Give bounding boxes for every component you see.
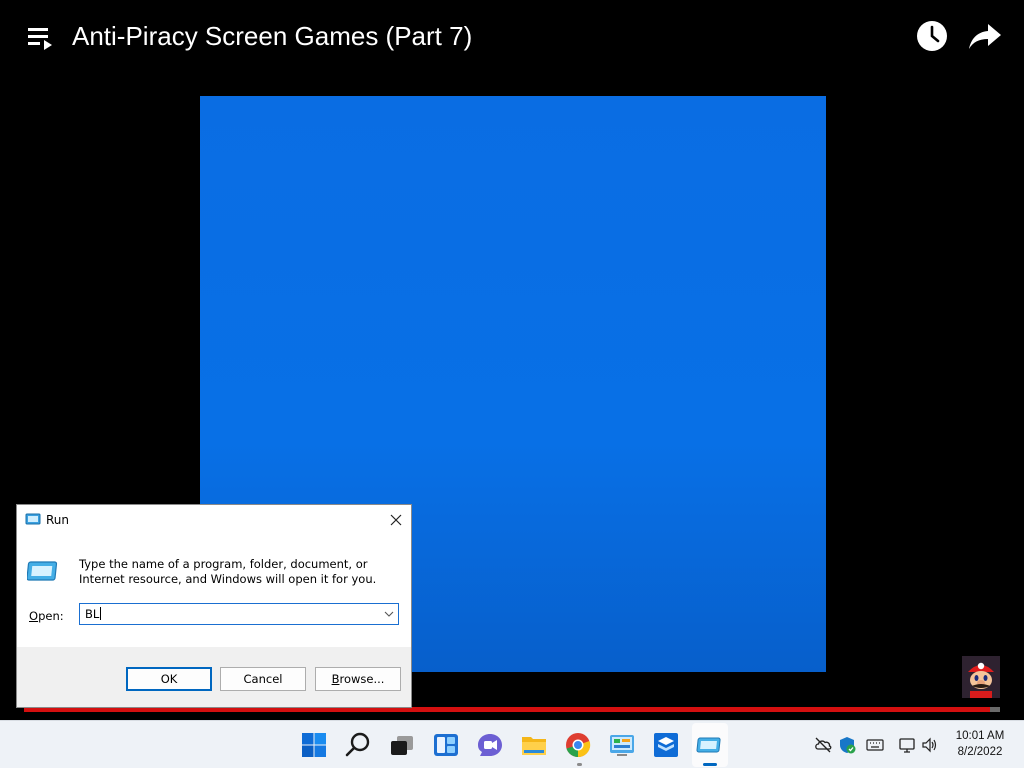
- network-icon[interactable]: [898, 736, 916, 754]
- virtualbox-icon[interactable]: [652, 731, 680, 759]
- clock-icon[interactable]: [916, 20, 948, 52]
- windows-start-icon[interactable]: [300, 731, 328, 759]
- cancel-button[interactable]: Cancel: [220, 667, 306, 691]
- chat-icon[interactable]: [476, 731, 504, 759]
- file-explorer-icon[interactable]: [520, 731, 548, 759]
- taskbar: 10:01 AM 8/2/2022: [0, 720, 1024, 768]
- run-app-icon: [25, 513, 41, 525]
- browse-button[interactable]: Browse...: [315, 667, 401, 691]
- run-open-input[interactable]: BL: [79, 603, 399, 625]
- taskbar-clock-time[interactable]: 10:01 AM: [940, 730, 1020, 742]
- run-open-input-value: BL: [85, 607, 102, 621]
- search-icon[interactable]: [344, 731, 372, 759]
- run-app-icon: [27, 561, 58, 581]
- task-view-icon[interactable]: [388, 731, 416, 759]
- ok-button[interactable]: OK: [126, 667, 212, 691]
- run-dialog-body: Type the name of a program, folder, docu…: [17, 535, 411, 647]
- mario-avatar-icon[interactable]: [962, 656, 1000, 698]
- security-icon[interactable]: [838, 736, 856, 754]
- chrome-icon[interactable]: [564, 731, 592, 759]
- run-dialog-title: Run: [46, 513, 70, 527]
- video-header: Anti-Piracy Screen Games (Part 7): [0, 0, 1024, 72]
- run-titlebar[interactable]: Run: [17, 505, 411, 535]
- playlist-icon[interactable]: [28, 26, 54, 50]
- close-icon[interactable]: [387, 511, 405, 529]
- active-app-indicator: [703, 763, 717, 766]
- taskbar-clock-date[interactable]: 8/2/2022: [940, 746, 1020, 758]
- video-title[interactable]: Anti-Piracy Screen Games (Part 7): [72, 18, 472, 54]
- keyboard-icon[interactable]: [866, 736, 884, 754]
- run-app-icon[interactable]: [696, 731, 724, 759]
- widgets-icon[interactable]: [432, 731, 460, 759]
- run-description: Type the name of a program, folder, docu…: [79, 557, 377, 586]
- run-dialog: Run Type the name of a program, folder, …: [16, 504, 412, 708]
- share-arrow-icon[interactable]: [968, 20, 1002, 52]
- control-panel-icon[interactable]: [608, 731, 636, 759]
- chevron-down-icon[interactable]: [384, 610, 394, 618]
- open-label: Open:: [29, 609, 64, 623]
- running-indicator: [577, 763, 582, 766]
- onedrive-icon[interactable]: [814, 736, 832, 754]
- volume-icon[interactable]: [921, 736, 939, 754]
